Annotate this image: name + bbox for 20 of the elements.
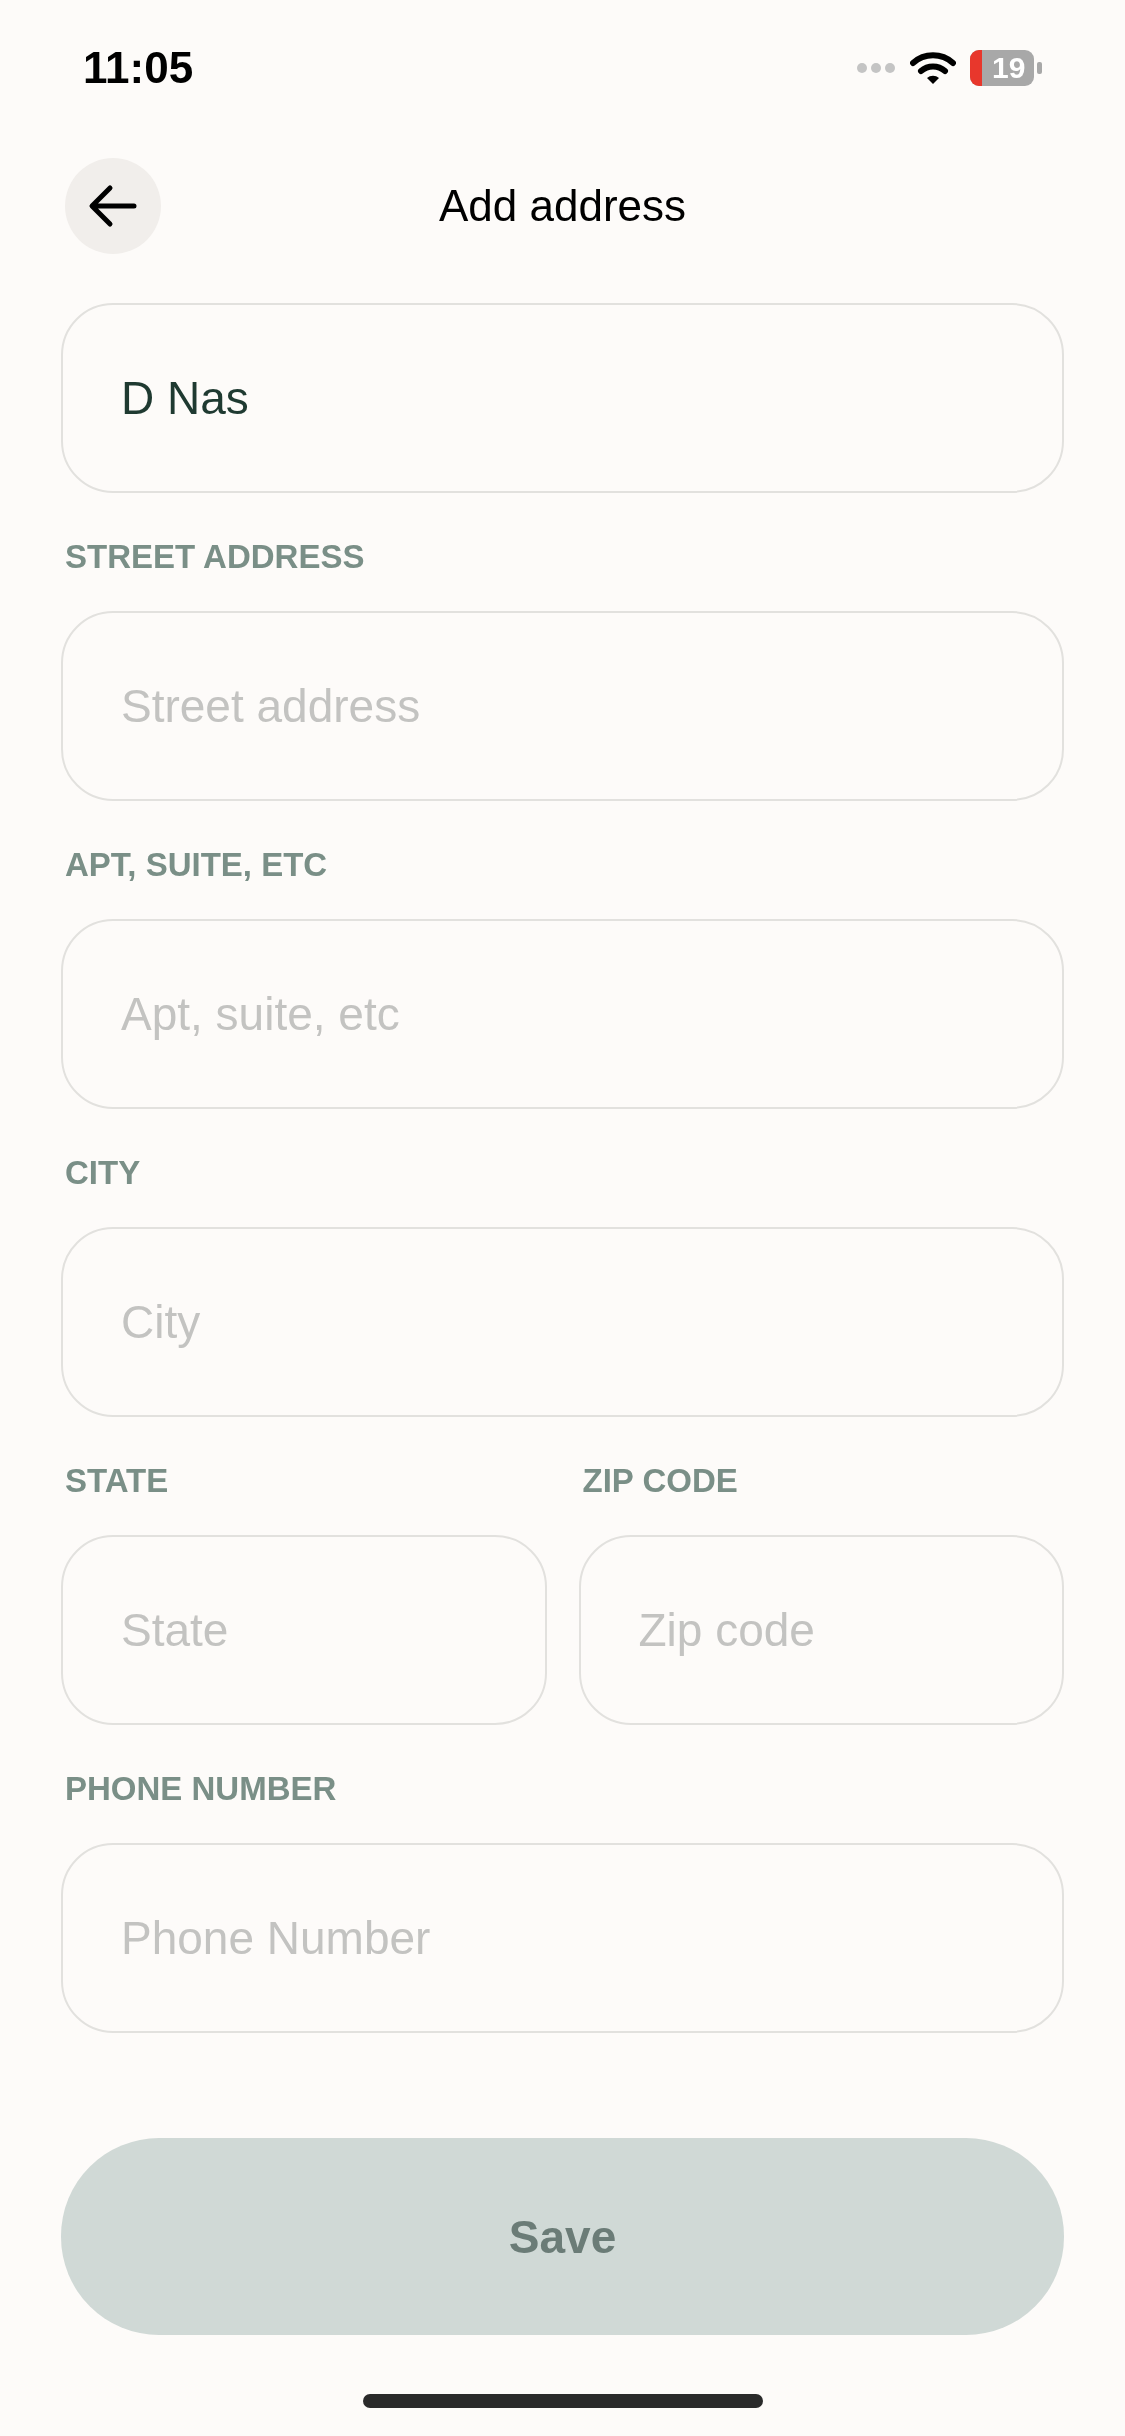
input-field[interactable]: State	[61, 1535, 547, 1725]
input-field[interactable]: Street address	[61, 611, 1064, 801]
field-label: ZIP CODE	[581, 1461, 739, 1501]
input-field[interactable]: Phone Number	[61, 1843, 1064, 2033]
field-label: PHONE NUMBER	[64, 1769, 338, 1809]
wifi-icon	[910, 51, 956, 85]
status-time: 11:05	[83, 43, 194, 93]
back-arrow-icon	[88, 184, 138, 228]
input-field[interactable]: Apt, suite, etc	[61, 919, 1064, 1109]
input-field[interactable]: D Nas	[61, 303, 1064, 493]
field-label: STATE	[64, 1461, 170, 1501]
battery-icon	[970, 50, 1042, 86]
battery-percentage: 19	[992, 53, 1026, 83]
page-title: Add address	[438, 181, 687, 231]
field-label: STREET ADDRESS	[64, 537, 366, 577]
input-field[interactable]: City	[61, 1227, 1064, 1417]
field-label: CITY	[64, 1153, 142, 1193]
input-field[interactable]: Zip code	[578, 1535, 1064, 1725]
signal-dots-icon	[856, 62, 896, 74]
field-label: APT, SUITE, ETC	[64, 845, 329, 885]
